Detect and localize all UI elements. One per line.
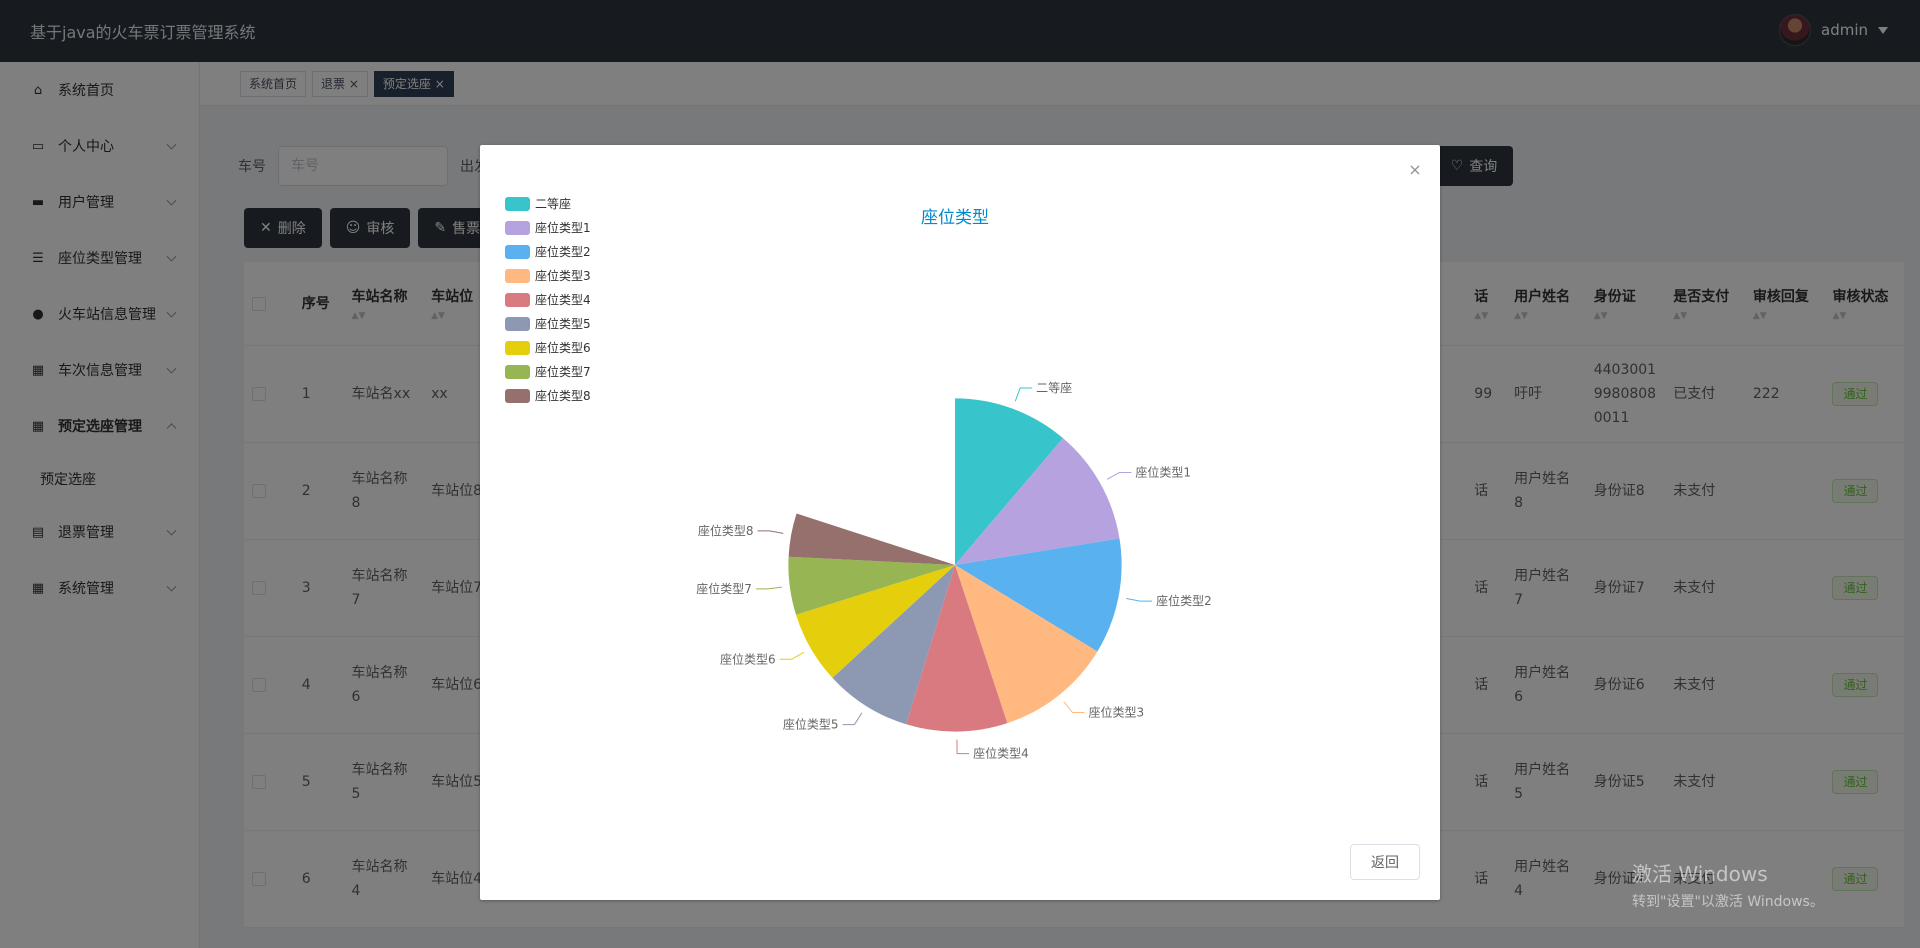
legend-swatch[interactable]	[505, 221, 530, 235]
legend-label[interactable]: 座位类型4	[535, 292, 591, 307]
back-button[interactable]: 返回	[1350, 844, 1420, 880]
label-line	[956, 739, 970, 755]
legend-label[interactable]: 座位类型6	[535, 340, 591, 355]
legend-label[interactable]: 座位类型7	[535, 364, 591, 379]
label-line	[779, 651, 805, 660]
windows-watermark: 激活 Windows 转到"设置"以激活 Windows。	[1632, 862, 1824, 910]
slice-label: 二等座	[1036, 380, 1072, 395]
label-line	[842, 712, 863, 726]
legend-label[interactable]: 座位类型1	[535, 220, 591, 235]
chart-dialog: 座位类型 二等座 座位类型1 座位类型2 座位类型3 座位类型4 座位类型5 座位类型6 座位类…	[480, 145, 1440, 900]
slice-label: 座位类型8	[698, 523, 754, 538]
slice-label: 座位类型4	[973, 746, 1029, 761]
close-icon[interactable]: ×	[1408, 162, 1422, 178]
label-line	[1063, 701, 1085, 714]
legend-label[interactable]: 座位类型3	[535, 268, 591, 283]
label-line	[1014, 387, 1033, 402]
legend-swatch[interactable]	[505, 317, 530, 331]
label-line	[755, 586, 782, 590]
label-line	[1126, 597, 1153, 602]
legend-swatch[interactable]	[505, 365, 530, 379]
legend-label[interactable]: 座位类型2	[535, 244, 591, 259]
legend-swatch[interactable]	[505, 389, 530, 403]
pie-slice[interactable]	[788, 513, 955, 565]
slice-label: 座位类型5	[783, 717, 839, 732]
legend-swatch[interactable]	[505, 269, 530, 283]
label-line	[757, 530, 784, 534]
legend-label[interactable]: 座位类型5	[535, 316, 591, 331]
slice-label: 座位类型1	[1135, 465, 1191, 480]
legend-swatch[interactable]	[505, 245, 530, 259]
slice-label: 座位类型7	[696, 581, 752, 596]
pie-chart: 座位类型二等座座位类型1座位类型2座位类型3座位类型4座位类型5座位类型6座位类…	[505, 196, 1212, 761]
slice-label: 座位类型6	[720, 651, 776, 666]
legend-label[interactable]: 二等座	[535, 196, 571, 211]
slice-label: 座位类型3	[1088, 705, 1144, 720]
chart-title: 座位类型	[921, 208, 989, 228]
slice-label: 座位类型2	[1156, 593, 1212, 608]
legend-swatch[interactable]	[505, 293, 530, 307]
label-line	[1106, 472, 1132, 480]
legend-label[interactable]: 座位类型8	[535, 388, 591, 403]
legend-swatch[interactable]	[505, 341, 530, 355]
legend-swatch[interactable]	[505, 197, 530, 211]
